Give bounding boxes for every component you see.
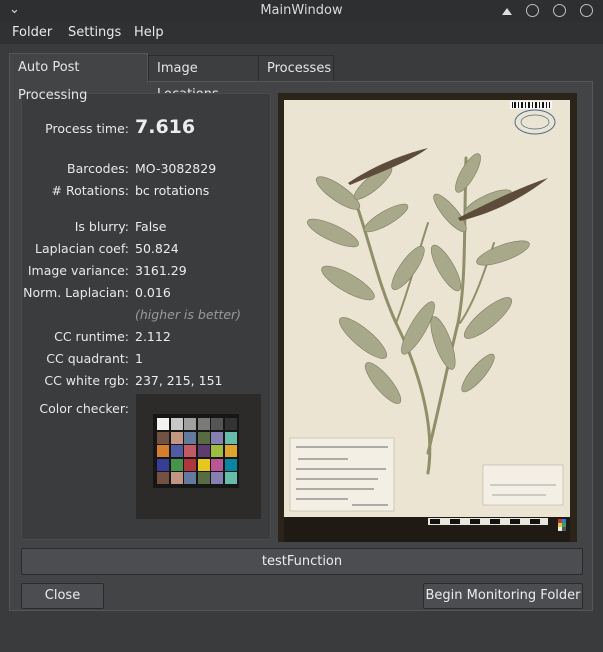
shade-icon[interactable] [502,7,512,15]
tab-image-locations[interactable]: Image Locations [148,55,259,102]
process-time-value: 7.616 [135,116,196,138]
color-checker-patch [197,431,210,444]
menu-settings[interactable]: Settings [68,25,121,40]
rotations-label: # Rotations: [51,183,129,198]
color-checker-patch [184,472,196,484]
color-checker-patch [157,418,169,430]
tab-processes[interactable]: Processes [258,55,334,81]
menu-bar: Folder Settings Help [0,22,603,44]
color-checker-patch [184,418,196,430]
specimen-drawing [278,93,577,542]
cc-white-rgb-label: CC white rgb: [44,373,129,388]
menu-help[interactable]: Help [134,25,164,40]
norm-laplacian-hint: (higher is better) [135,307,242,322]
image-variance-label: Image variance: [27,263,129,278]
color-checker-patch [170,458,183,471]
color-checker-patch [184,445,196,457]
norm-laplacian-label: Norm. Laplacian: [23,285,129,300]
color-checker-patch [224,458,237,471]
specimen-image [278,93,577,542]
test-function-button[interactable]: testFunction [21,548,583,575]
close-window-button[interactable] [580,4,593,17]
color-checker-patch [157,458,169,471]
color-checker-patch [197,418,210,430]
barcodes-value: MO-3082829 [135,161,217,176]
color-checker-patch [211,445,223,457]
color-checker-image [136,394,261,519]
minimize-button[interactable] [526,4,539,17]
color-checker-patch [170,418,183,430]
maximize-button[interactable] [553,4,566,17]
color-checker-patch [157,445,169,457]
color-checker-patch [184,431,196,444]
color-checker-patch [224,431,237,444]
color-checker-patch [211,458,223,471]
color-checker-patch [211,431,223,444]
cc-runtime-label: CC runtime: [54,329,129,344]
tab-auto-post-processing[interactable]: Auto Post Processing [9,53,148,103]
cc-quadrant-label: CC quadrant: [46,351,129,366]
color-checker-patch [184,458,196,471]
title-bar: ⌄ MainWindow [0,0,603,23]
color-checker-patch [224,472,237,484]
is-blurry-label: Is blurry: [74,219,129,234]
close-button[interactable]: Close [21,583,104,609]
barcodes-label: Barcodes: [67,161,129,176]
rotations-value: bc rotations [135,183,210,198]
color-checker-patch [197,458,210,471]
laplacian-coef-label: Laplacian coef: [35,241,129,256]
color-checker-patch [211,418,223,430]
color-checker-patch [224,445,237,457]
color-checker-patch [211,472,223,484]
color-checker-patch [170,445,183,457]
cc-quadrant-value: 1 [135,351,143,366]
laplacian-coef-value: 50.824 [135,241,179,256]
color-checker-label: Color checker: [39,401,129,416]
image-variance-value: 3161.29 [135,263,187,278]
menu-folder[interactable]: Folder [12,25,52,40]
process-time-label: Process time: [45,121,129,136]
color-checker-patch [197,445,210,457]
color-checker-patch [157,472,169,484]
color-checker-card [153,414,239,488]
cc-runtime-value: 2.112 [135,329,171,344]
norm-laplacian-value: 0.016 [135,285,171,300]
is-blurry-value: False [135,219,167,234]
color-checker-patch [157,431,169,444]
window-controls [502,4,593,17]
color-checker-patch [197,472,210,484]
cc-white-rgb-value: 237, 215, 151 [135,373,223,388]
color-checker-patch [170,431,183,444]
color-checker-patch [170,472,183,484]
begin-monitoring-folder-button[interactable]: Begin Monitoring Folder [423,583,583,609]
color-checker-patch [224,418,237,430]
